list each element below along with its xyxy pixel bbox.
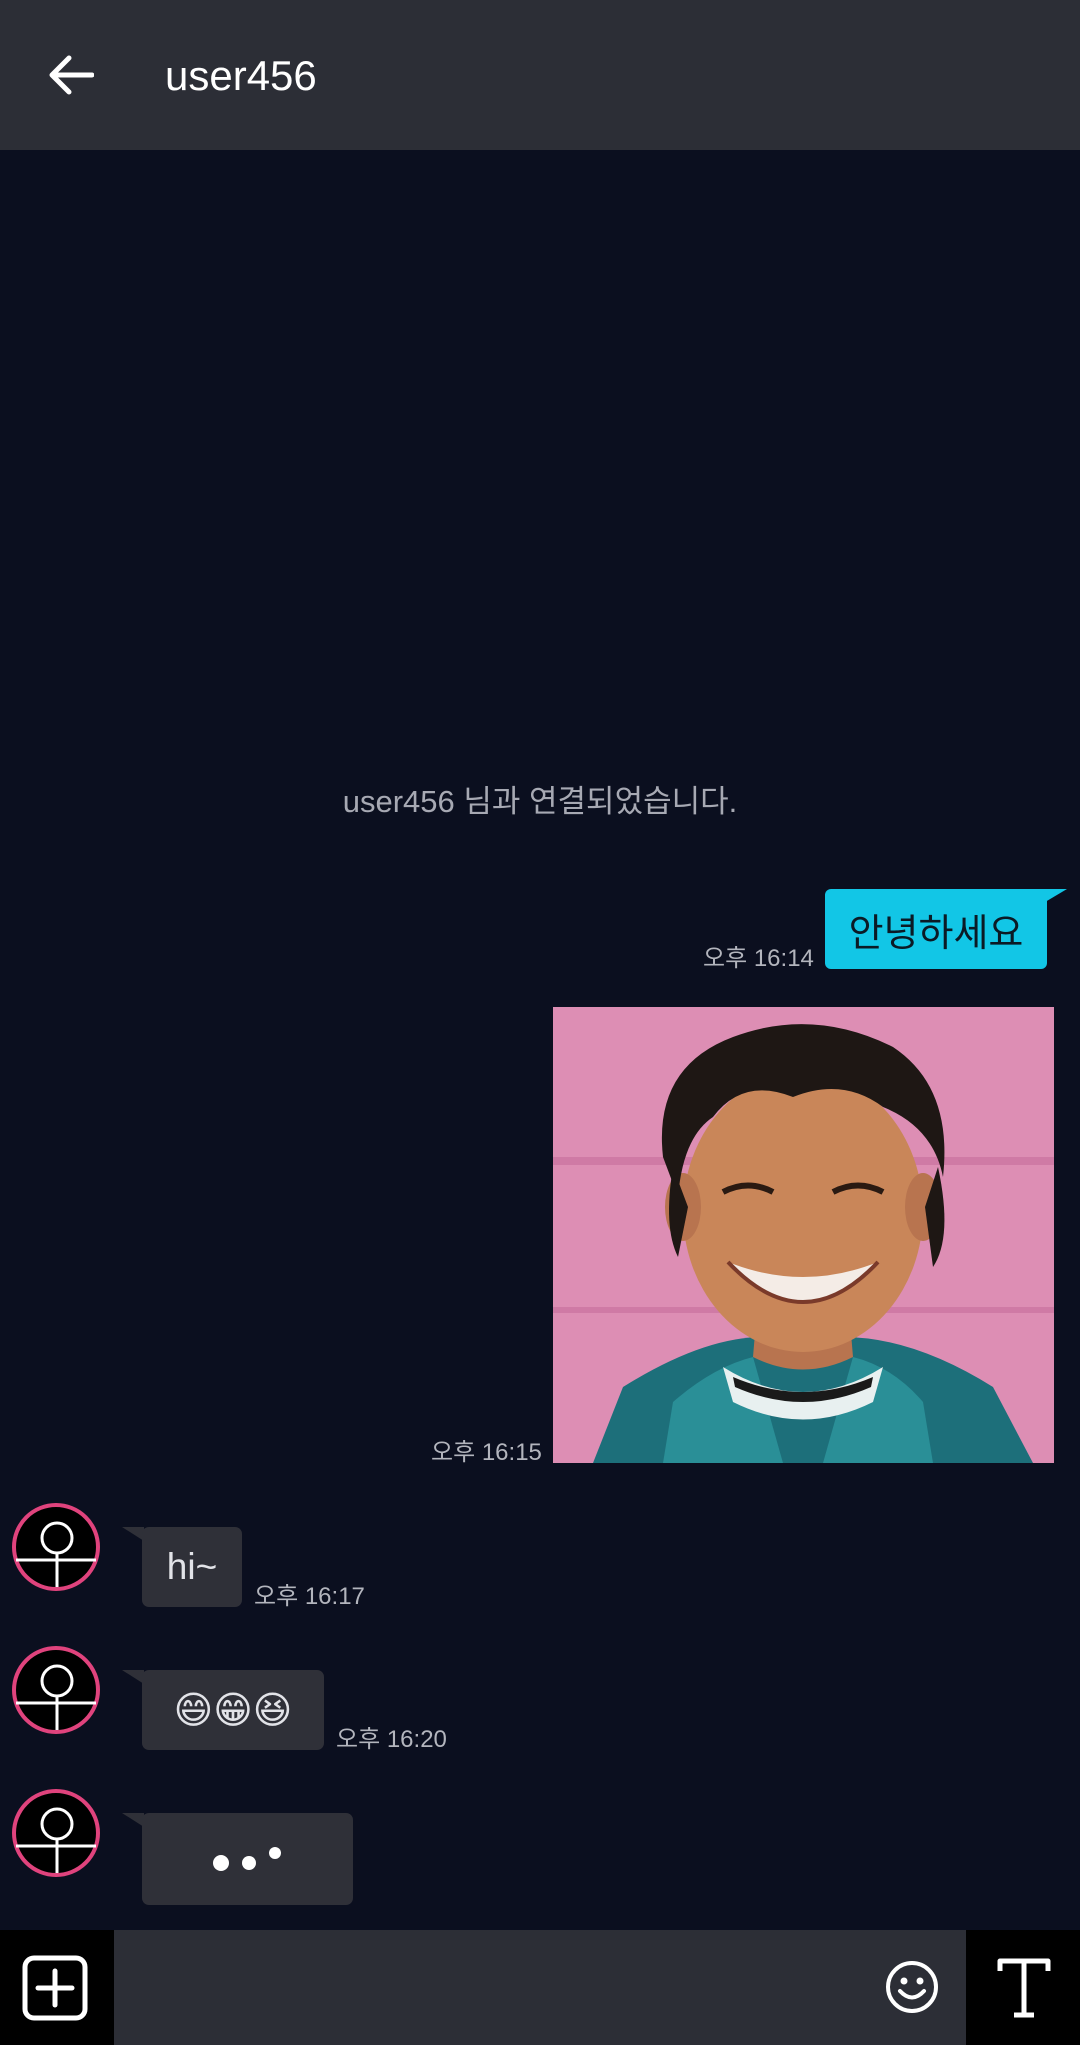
add-attachment-button[interactable] bbox=[22, 1955, 88, 2021]
sent-photo[interactable] bbox=[553, 1007, 1054, 1463]
sent-message-bubble[interactable]: 안녕하세요 bbox=[825, 889, 1047, 969]
smiley-icon bbox=[886, 1961, 938, 2013]
message-time: 오후 16:17 bbox=[254, 1583, 365, 1610]
avatar[interactable] bbox=[12, 1503, 100, 1591]
message-time: 오후 16:20 bbox=[336, 1726, 447, 1753]
received-message-bubble[interactable]: hi~ bbox=[142, 1527, 242, 1607]
plus-square-icon bbox=[22, 1955, 88, 2021]
emoji-button[interactable] bbox=[885, 1960, 939, 2014]
message-time: 오후 16:14 bbox=[703, 945, 814, 972]
chat-partner-name: user456 bbox=[165, 52, 317, 99]
portrait-photo bbox=[553, 1007, 1054, 1463]
avatar-icon bbox=[16, 1664, 96, 1730]
bubble-tail bbox=[122, 1670, 144, 1684]
bubble-tail bbox=[122, 1527, 144, 1541]
bubble-tail bbox=[122, 1813, 144, 1827]
avatar-icon bbox=[16, 1521, 96, 1587]
back-button[interactable] bbox=[36, 45, 106, 105]
top-app-bar: user456 bbox=[0, 0, 1080, 150]
emoji-message-bubble[interactable]: 😄😁😆 bbox=[142, 1670, 324, 1750]
text-t-icon bbox=[997, 1958, 1051, 2018]
typing-indicator-bubble bbox=[142, 1813, 353, 1905]
avatar-icon bbox=[16, 1807, 96, 1873]
message-input[interactable] bbox=[114, 1930, 966, 2045]
arrow-left-icon bbox=[49, 55, 94, 95]
avatar[interactable] bbox=[12, 1646, 100, 1734]
text-style-button[interactable] bbox=[994, 1955, 1054, 2021]
message-time: 오후 16:15 bbox=[431, 1439, 542, 1466]
avatar[interactable] bbox=[12, 1789, 100, 1877]
connection-notice: user456 님과 연결되었습니다. bbox=[342, 784, 738, 819]
typing-dots-icon bbox=[212, 1847, 281, 1871]
